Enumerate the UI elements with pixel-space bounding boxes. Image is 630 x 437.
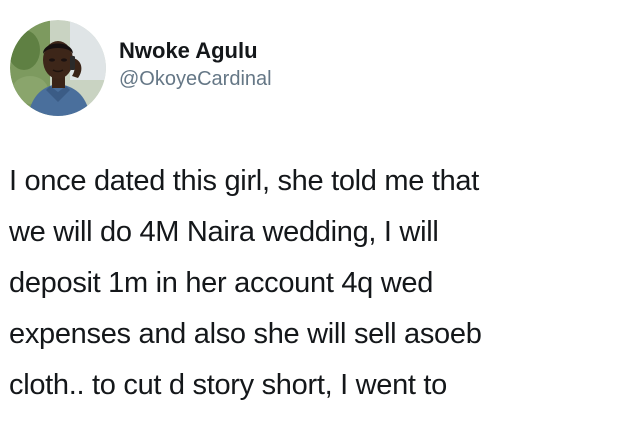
tweet-line: expenses and also she will sell asoeb <box>9 318 482 350</box>
tweet-card: Nwoke Agulu @OkoyeCardinal I once dated … <box>0 0 630 437</box>
tweet-line: cloth.. to cut d story short, I went to <box>9 369 447 401</box>
avatar-photo-icon <box>10 20 106 116</box>
tweet-line: I once dated this girl, she told me that <box>9 165 479 197</box>
avatar[interactable] <box>10 20 106 116</box>
tweet-line: deposit 1m in her account 4q wed <box>9 267 434 299</box>
tweet-line: we will do 4M Naira wedding, I will <box>9 216 439 248</box>
user-handle[interactable]: @OkoyeCardinal <box>119 66 272 92</box>
display-name[interactable]: Nwoke Agulu <box>119 38 272 64</box>
tweet-body: I once dated this girl, she told me that… <box>9 156 630 411</box>
author-names: Nwoke Agulu @OkoyeCardinal <box>119 38 272 92</box>
